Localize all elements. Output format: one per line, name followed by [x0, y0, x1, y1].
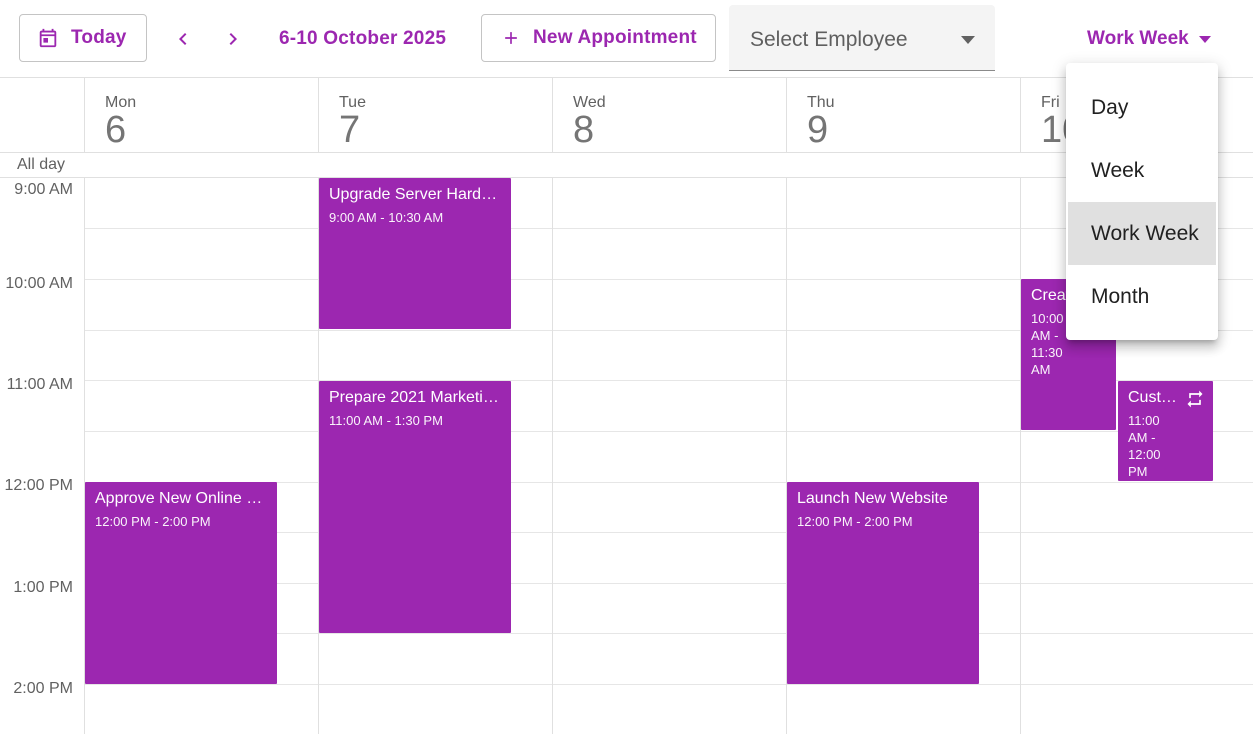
day-header-mon[interactable]: Mon 6	[84, 78, 318, 153]
time-label: 10:00 AM	[5, 275, 73, 292]
date-range-label[interactable]: 6-10 October 2025	[279, 28, 446, 50]
view-switcher-label: Work Week	[1087, 28, 1189, 49]
day-number: 8	[573, 109, 595, 151]
today-button[interactable]: Today	[19, 14, 147, 62]
day-header-tue[interactable]: Tue 7	[318, 78, 552, 153]
employee-select[interactable]: Select Employee	[729, 5, 995, 71]
day-column-divider	[1020, 178, 1021, 734]
caret-down-icon	[1198, 35, 1211, 43]
time-label: 11:00 AM	[6, 376, 73, 393]
time-label: 9:00 AM	[14, 181, 73, 198]
appointment[interactable]: Approve New Online Marketing Strategy 12…	[85, 482, 277, 684]
chevron-right-icon	[229, 33, 237, 45]
appointment[interactable]: Customer 11:00 AM - 12:00 PM	[1118, 381, 1213, 481]
day-number: 6	[105, 109, 127, 151]
day-column-divider	[552, 178, 553, 734]
appointment-title: Approve New Online Marketing Strategy	[95, 490, 267, 507]
all-day-label: All day	[17, 156, 66, 173]
view-menu-item-month[interactable]: Month	[1068, 265, 1216, 328]
repeat-icon	[1187, 390, 1203, 408]
grid-line	[84, 431, 1253, 432]
appointment-time: 9:00 AM - 10:30 AM	[329, 210, 444, 225]
view-menu-item-day[interactable]: Day	[1068, 76, 1216, 139]
appointment[interactable]: Prepare 2021 Marketing Plan 11:00 AM - 1…	[319, 381, 511, 633]
appointment-time: 12:00 PM - 2:00 PM	[797, 514, 913, 529]
next-button[interactable]	[218, 24, 248, 54]
appointment[interactable]: Launch New Website 12:00 PM - 2:00 PM	[787, 482, 979, 684]
grid-line	[84, 684, 1253, 685]
calendar-icon	[39, 28, 57, 48]
chevron-left-icon	[179, 33, 187, 45]
time-label: 1:00 PM	[13, 579, 73, 596]
day-number: 7	[339, 109, 361, 151]
view-menu-item-work-week[interactable]: Work Week	[1068, 202, 1216, 265]
appointment-time: 11:00 AM - 1:30 PM	[329, 413, 443, 428]
new-appointment-button[interactable]: New Appointment	[481, 14, 716, 62]
day-header-thu[interactable]: Thu 9	[786, 78, 1020, 153]
plus-icon	[505, 32, 517, 44]
view-menu-item-week[interactable]: Week	[1068, 139, 1216, 202]
day-number: 9	[807, 109, 829, 151]
view-switcher-button[interactable]: Work Week	[1087, 28, 1211, 50]
employee-select-placeholder: Select Employee	[750, 28, 908, 51]
new-appointment-label: New Appointment	[533, 27, 697, 48]
appointment-title: Customer	[1128, 389, 1180, 406]
appointment-title: Launch New Website	[797, 490, 948, 507]
time-label: 2:00 PM	[13, 680, 73, 697]
time-label: 12:00 PM	[4, 477, 73, 494]
previous-button[interactable]	[168, 24, 198, 54]
view-menu: Day Week Work Week Month	[1066, 63, 1218, 340]
appointment-time: 12:00 PM - 2:00 PM	[95, 514, 211, 529]
appointment-time: 11:00 AM - 12:00 PM	[1128, 413, 1161, 479]
appointment-title: Prepare 2021 Marketing Plan	[329, 389, 501, 406]
appointment[interactable]: Upgrade Server Hardware 9:00 AM - 10:30 …	[319, 178, 511, 329]
caret-down-icon	[961, 36, 975, 44]
day-header-wed[interactable]: Wed 8	[552, 78, 786, 153]
today-label: Today	[71, 27, 127, 48]
appointment-title: Upgrade Server Hardware	[329, 186, 501, 203]
